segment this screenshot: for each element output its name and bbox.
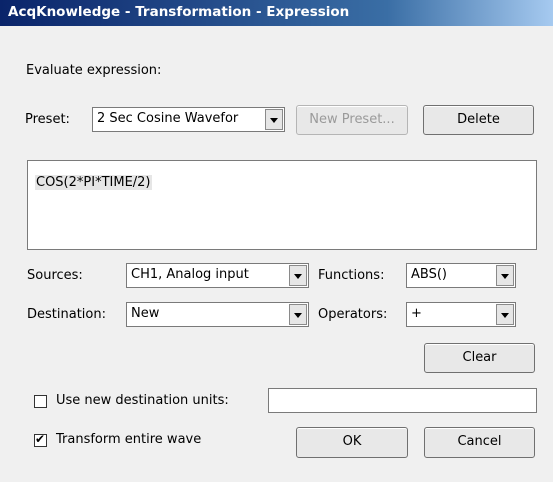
- operators-dropdown[interactable]: +: [406, 302, 516, 327]
- title-bar: AcqKnowledge - Transformation - Expressi…: [0, 0, 553, 26]
- operators-value: +: [411, 306, 422, 321]
- clear-button[interactable]: Clear: [424, 343, 535, 373]
- destination-dropdown[interactable]: New: [126, 302, 309, 327]
- destination-label: Destination:: [27, 307, 106, 322]
- destination-units-field[interactable]: [268, 388, 537, 413]
- destination-dropdown-arrow-icon[interactable]: [289, 304, 307, 325]
- sources-value: CH1, Analog input: [131, 267, 249, 282]
- expression-textarea[interactable]: COS(2*PI*TIME/2): [27, 160, 537, 250]
- functions-dropdown[interactable]: ABS(): [406, 263, 516, 288]
- preset-dropdown[interactable]: 2 Sec Cosine Wavefor: [92, 107, 285, 132]
- new-preset-button[interactable]: New Preset...: [296, 105, 408, 135]
- use-new-destination-units-label: Use new destination units:: [56, 393, 229, 408]
- preset-label: Preset:: [25, 112, 70, 127]
- cancel-button[interactable]: Cancel: [424, 427, 535, 458]
- preset-value: 2 Sec Cosine Wavefor: [97, 111, 239, 126]
- sources-dropdown-arrow-icon[interactable]: [289, 265, 307, 286]
- functions-dropdown-arrow-icon[interactable]: [496, 265, 514, 286]
- preset-dropdown-arrow-icon[interactable]: [265, 109, 283, 130]
- evaluate-expression-label: Evaluate expression:: [26, 63, 162, 78]
- sources-dropdown[interactable]: CH1, Analog input: [126, 263, 309, 288]
- ok-button[interactable]: OK: [296, 427, 408, 458]
- delete-button[interactable]: Delete: [423, 105, 534, 135]
- operators-label: Operators:: [318, 307, 388, 322]
- functions-label: Functions:: [318, 268, 385, 283]
- destination-value: New: [131, 306, 160, 321]
- transform-entire-wave-checkbox[interactable]: [34, 432, 47, 447]
- functions-value: ABS(): [411, 267, 447, 282]
- window-title: AcqKnowledge - Transformation - Expressi…: [8, 4, 350, 20]
- sources-label: Sources:: [27, 268, 83, 283]
- operators-dropdown-arrow-icon[interactable]: [496, 304, 514, 325]
- transform-entire-wave-label: Transform entire wave: [56, 432, 202, 447]
- use-new-destination-units-checkbox[interactable]: [34, 395, 47, 408]
- expression-text: COS(2*PI*TIME/2): [35, 175, 152, 190]
